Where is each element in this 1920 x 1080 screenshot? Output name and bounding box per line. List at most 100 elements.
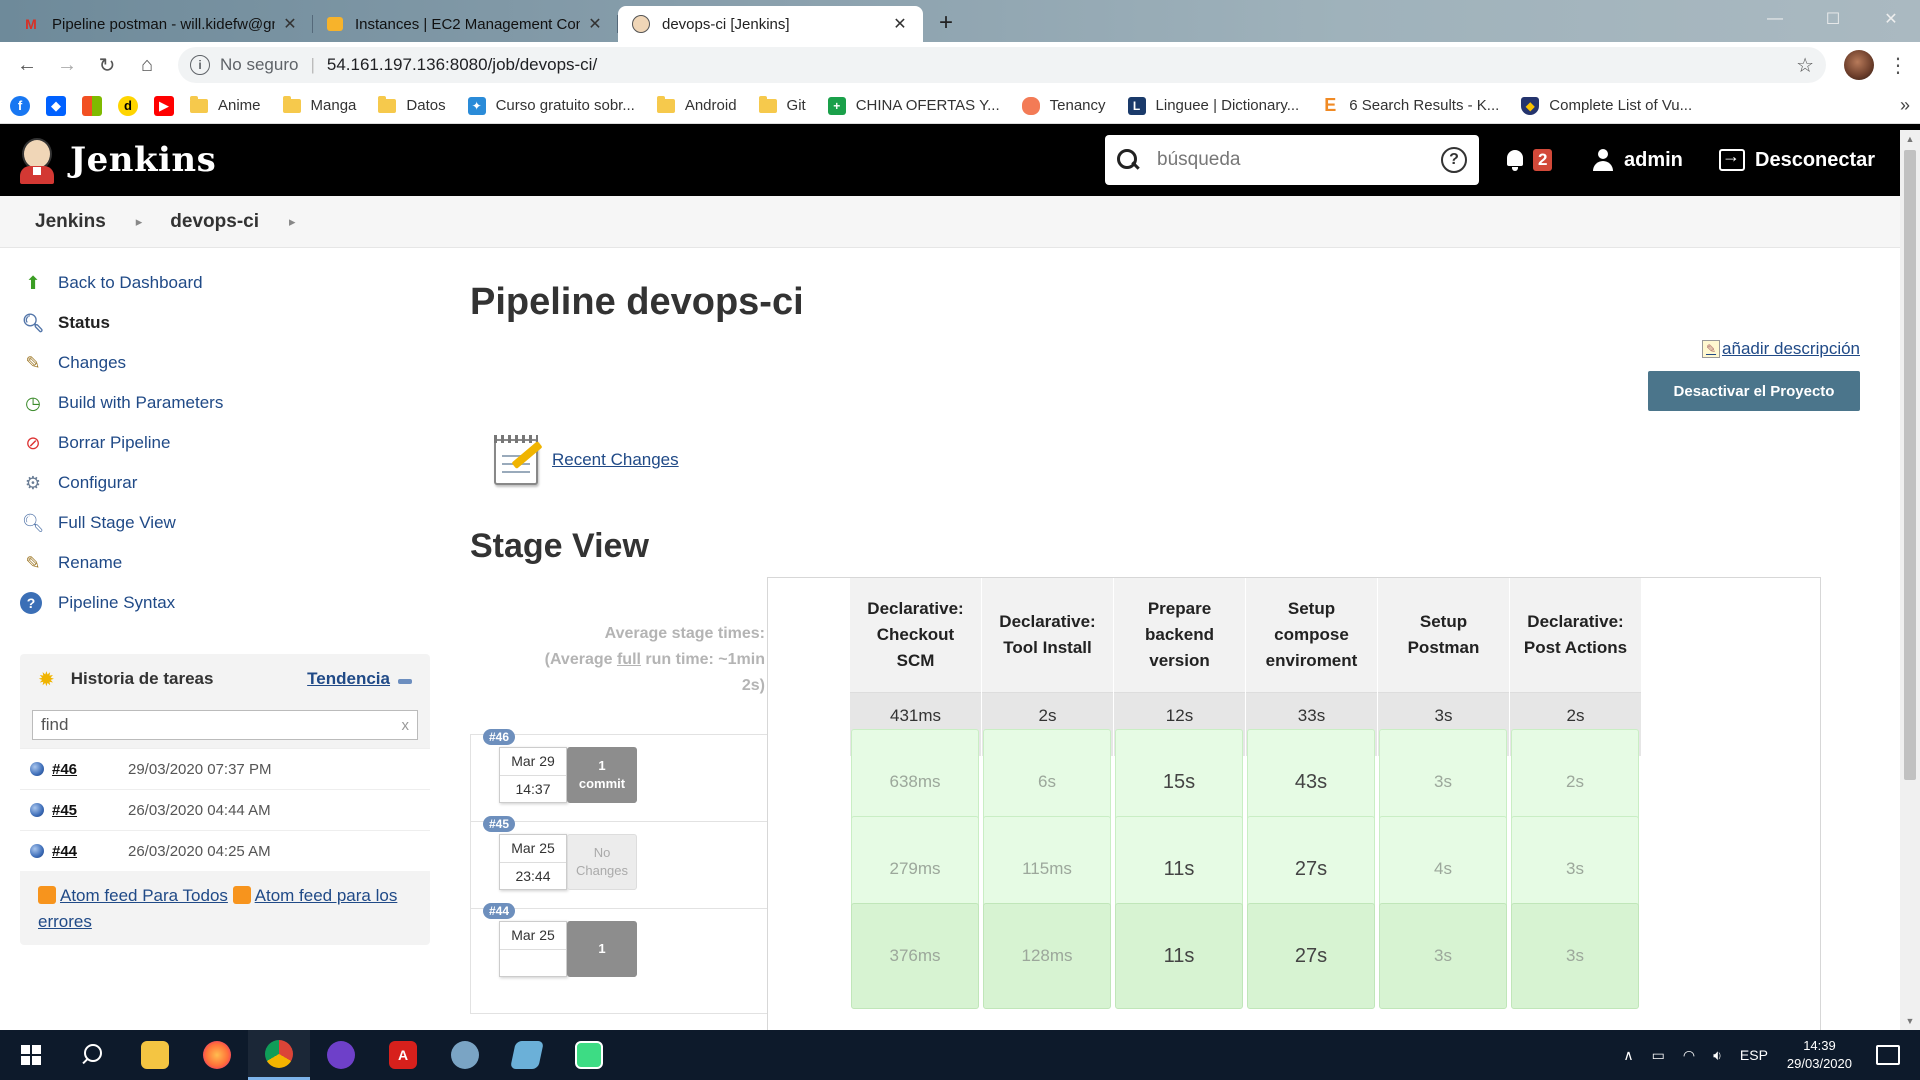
stage-cell[interactable]: 3s (1511, 903, 1639, 1009)
browser-tab-gmail[interactable]: M Pipeline postman - will.kidefw@gmail.c… (8, 6, 313, 42)
sidebar-item-build-with-parameters[interactable]: ◷ Build with Parameters (20, 383, 430, 423)
forward-arrow-icon[interactable]: → (50, 48, 84, 82)
build-filter-input[interactable] (41, 715, 402, 735)
bookmark-anime[interactable]: Anime (190, 95, 261, 114)
bookmark-manga[interactable]: Manga (282, 95, 356, 114)
taskbar-acrobat[interactable]: A (372, 1030, 434, 1080)
taskbar-chrome[interactable] (248, 1030, 310, 1080)
d-icon[interactable]: d (118, 95, 138, 116)
user-menu[interactable]: admin (1592, 124, 1683, 196)
bookmark-vuln-list[interactable]: ◆ Complete List of Vu... (1521, 96, 1692, 115)
bookmark-curso[interactable]: ✦ Curso gratuito sobr... (467, 96, 635, 115)
home-icon[interactable]: ⌂ (130, 48, 164, 82)
help-icon[interactable]: ? (1441, 147, 1467, 173)
bookmark-star-icon[interactable]: ☆ (1796, 53, 1814, 78)
browser-menu-icon[interactable]: ⋮ (1886, 53, 1910, 78)
collapse-icon[interactable] (398, 678, 412, 684)
sidebar-item-configure[interactable]: ⚙ Configurar (20, 463, 430, 503)
build-number-link[interactable]: #46 (52, 761, 128, 778)
taskbar-firefox[interactable] (186, 1030, 248, 1080)
reload-icon[interactable]: ↻ (90, 48, 124, 82)
volume-icon[interactable]: 🔉︎ (1713, 1047, 1722, 1064)
build-tag[interactable]: #45 (483, 816, 516, 832)
stage-cell[interactable]: 11s (1115, 903, 1243, 1009)
bookmark-search-results[interactable]: E6 Search Results - K... (1321, 95, 1499, 115)
more-bookmarks-icon[interactable]: » (1900, 95, 1910, 116)
stage-cell[interactable]: 3s (1379, 903, 1507, 1009)
trend-link[interactable]: Tendencia (307, 669, 390, 689)
browser-tab-ec2[interactable]: Instances | EC2 Management Console ✕ (313, 6, 618, 42)
back-arrow-icon[interactable]: ← (10, 48, 44, 82)
close-tab-icon[interactable]: ✕ (281, 14, 299, 34)
taskbar-android-studio[interactable] (558, 1030, 620, 1080)
new-tab-button[interactable]: + (931, 8, 961, 38)
build-number-link[interactable]: #45 (52, 802, 128, 819)
stage-cell[interactable]: 376ms (851, 903, 979, 1009)
profile-avatar[interactable] (1844, 50, 1874, 80)
recent-changes-link[interactable]: Recent Changes (552, 450, 679, 470)
bookmark-datos[interactable]: Datos (378, 95, 446, 114)
youtube-icon[interactable]: ▶ (154, 95, 174, 116)
bookmark-china[interactable]: + CHINA OFERTAS Y... (827, 96, 1000, 115)
sidebar-item-delete-pipeline[interactable]: ⊘ Borrar Pipeline (20, 423, 430, 463)
notifications-icon[interactable] (1876, 1045, 1900, 1065)
bookmark-git[interactable]: Git (758, 95, 806, 114)
page-scrollbar[interactable]: ▲ ▼ (1900, 130, 1920, 1030)
sidebar-item-rename[interactable]: ✎ Rename (20, 543, 430, 583)
search-input[interactable] (1157, 149, 1441, 171)
clock[interactable]: 14:39 29/03/2020 (1787, 1037, 1852, 1073)
build-number-link[interactable]: #44 (52, 843, 128, 860)
taskbar-search-button[interactable] (62, 1030, 124, 1080)
minimize-icon[interactable]: — (1746, 0, 1804, 38)
battery-icon[interactable]: ▭ (1652, 1047, 1665, 1064)
disable-project-button[interactable]: Desactivar el Proyecto (1648, 371, 1860, 411)
wifi-icon[interactable]: ◠ (1683, 1047, 1695, 1064)
taskbar-github[interactable] (310, 1030, 372, 1080)
scroll-thumb[interactable] (1904, 150, 1916, 780)
language-indicator[interactable]: ESP (1740, 1047, 1768, 1063)
sidebar-item-status[interactable]: 🔍︎ Status (20, 303, 430, 343)
info-icon[interactable]: i (190, 55, 210, 75)
bookmark-linguee[interactable]: L Linguee | Dictionary... (1127, 96, 1299, 115)
url-text[interactable]: 54.161.197.136:8080/job/devops-ci/ (327, 55, 597, 75)
feed-all-link[interactable]: Atom feed Para Todos (60, 886, 228, 905)
logout-link[interactable]: Desconectar (1719, 124, 1875, 196)
breadcrumb-job[interactable]: devops-ci (170, 211, 259, 233)
taskbar-file-explorer[interactable] (124, 1030, 186, 1080)
sidebar-item-full-stage-view[interactable]: 🔍︎ Full Stage View (20, 503, 430, 543)
clear-filter-icon[interactable]: x (402, 717, 410, 734)
taskbar-paint[interactable] (434, 1030, 496, 1080)
bookmark-tenancy[interactable]: Tenancy (1021, 96, 1106, 115)
url-omnibox[interactable]: i No seguro | 54.161.197.136:8080/job/de… (178, 47, 1826, 83)
build-tag[interactable]: #46 (483, 729, 516, 745)
jenkins-logo-icon[interactable] (18, 136, 56, 184)
scroll-up-icon[interactable]: ▲ (1900, 130, 1920, 148)
chevron-right-icon[interactable]: ▸ (136, 214, 143, 230)
add-description-link[interactable]: ✎ añadir descripción (1702, 339, 1860, 359)
taskbar-app[interactable] (496, 1030, 558, 1080)
scroll-down-icon[interactable]: ▼ (1900, 1012, 1920, 1030)
jenkins-brand[interactable]: Jenkins (70, 140, 216, 180)
chevron-right-icon[interactable]: ▸ (289, 214, 296, 230)
notifications[interactable]: 2 (1505, 124, 1553, 196)
chevron-up-icon[interactable]: ∧ (1623, 1047, 1633, 1064)
close-window-icon[interactable]: ✕ (1862, 0, 1920, 38)
sidebar-item-changes[interactable]: ✎ Changes (20, 343, 430, 383)
build-changes[interactable]: 1 commit (567, 747, 637, 803)
sidebar-item-pipeline-syntax[interactable]: ? Pipeline Syntax (20, 583, 430, 623)
start-button[interactable] (0, 1030, 62, 1080)
breadcrumb-jenkins[interactable]: Jenkins (35, 211, 106, 233)
browser-tab-jenkins[interactable]: devops-ci [Jenkins] ✕ (618, 6, 923, 42)
close-tab-icon[interactable]: ✕ (586, 14, 604, 34)
dropbox-icon[interactable]: ◆ (46, 95, 66, 116)
maximize-icon[interactable]: ☐ (1804, 0, 1862, 38)
build-tag[interactable]: #44 (483, 903, 516, 919)
microsoft-icon[interactable] (82, 95, 102, 116)
build-changes[interactable]: No Changes (567, 834, 637, 890)
build-changes[interactable]: 1 (567, 921, 637, 977)
stage-cell[interactable]: 128ms (983, 903, 1111, 1009)
close-tab-icon[interactable]: ✕ (891, 14, 909, 34)
stage-cell[interactable]: 27s (1247, 903, 1375, 1009)
sidebar-item-back-dashboard[interactable]: ⬆ Back to Dashboard (20, 263, 430, 303)
bookmark-android[interactable]: Android (656, 95, 737, 114)
